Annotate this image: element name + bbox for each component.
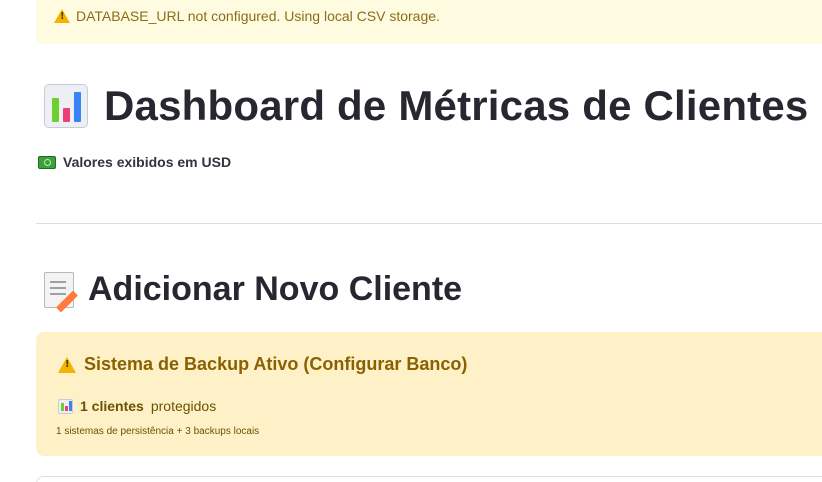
- database-warning-alert: DATABASE_URL not configured. Using local…: [36, 0, 822, 44]
- backup-status-alert: Sistema de Backup Ativo (Configurar Banc…: [36, 332, 822, 456]
- add-client-section-header: Adicionar Novo Cliente: [44, 270, 463, 312]
- bar-chart-icon: [44, 84, 88, 128]
- app-page: DATABASE_URL not configured. Using local…: [0, 0, 822, 482]
- next-container-edge: [36, 476, 822, 482]
- warning-icon: [58, 356, 76, 373]
- backup-details-text: 1 sistemas de persistência + 3 backups l…: [56, 426, 260, 437]
- protected-clients-count: 1 clientes: [80, 398, 144, 414]
- bar-chart-icon: [58, 398, 73, 414]
- dollar-banknote-icon: [38, 155, 56, 169]
- backup-status-title: Sistema de Backup Ativo (Configurar Banc…: [84, 354, 468, 374]
- warning-icon: [54, 9, 70, 23]
- page-title: Dashboard de Métricas de Clientes: [104, 82, 809, 129]
- backup-status-title-row: Sistema de Backup Ativo (Configurar Banc…: [58, 354, 467, 375]
- protected-clients-row: 1 clientes protegidos: [58, 398, 216, 414]
- section-title: Adicionar Novo Cliente: [88, 270, 463, 308]
- page-header: Dashboard de Métricas de Clientes: [44, 82, 808, 130]
- protected-clients-label: protegidos: [150, 398, 217, 414]
- database-warning-text: DATABASE_URL not configured. Using local…: [76, 8, 440, 24]
- memo-icon: [44, 271, 78, 312]
- currency-note-text: Valores exibidos em USD: [63, 154, 232, 170]
- section-divider: [36, 223, 822, 224]
- currency-note: Valores exibidos em USD: [38, 154, 231, 170]
- database-warning-row: DATABASE_URL not configured. Using local…: [54, 8, 440, 24]
